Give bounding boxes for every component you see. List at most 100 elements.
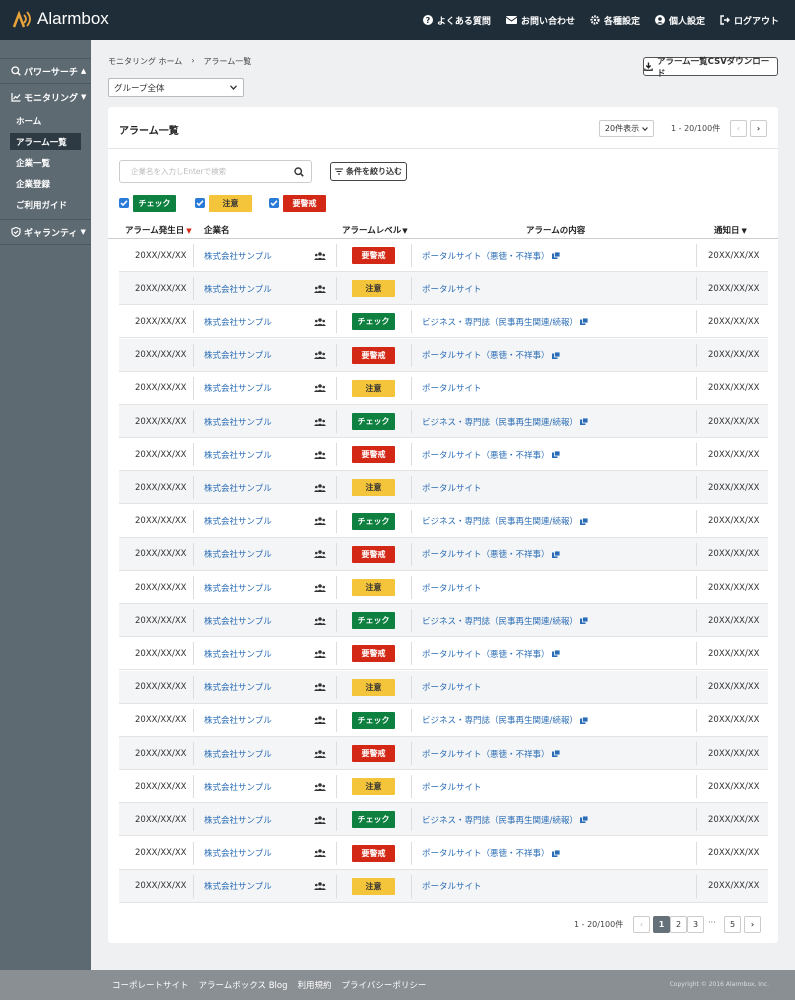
row-members-button[interactable] (314, 239, 326, 272)
footer-link-terms[interactable]: 利用規約 (298, 979, 332, 991)
row-members-button[interactable] (314, 803, 326, 836)
topnav-contact[interactable]: お問い合わせ (505, 14, 575, 27)
row-alarm-content-link[interactable]: ポータルサイト（悪徳・不祥事） (422, 637, 560, 670)
csv-download-button[interactable]: アラーム一覧CSVダウンロード (643, 57, 778, 79)
page-5-button[interactable]: 5 (724, 916, 741, 933)
row-alarm-content-link[interactable]: ビジネス・専門誌（民事再生関連/続報） (422, 505, 588, 538)
filter-warn-checkbox[interactable] (195, 198, 205, 208)
row-members-button[interactable] (314, 538, 326, 571)
row-company-link[interactable]: 株式会社サンプル (204, 803, 272, 836)
row-alarm-content-link[interactable]: ビジネス・専門誌（民事再生関連/続報） (422, 405, 588, 438)
row-company-link[interactable]: 株式会社サンプル (204, 372, 272, 405)
brand-logo[interactable]: Alarmbox (11, 9, 109, 29)
topnav-profile[interactable]: 個人設定 (654, 14, 705, 27)
row-alarm-content-link[interactable]: ポータルサイト（悪徳・不祥事） (422, 737, 560, 770)
row-members-button[interactable] (314, 770, 326, 803)
row-members-button[interactable] (314, 837, 326, 870)
row-alarm-content-link[interactable]: ポータルサイト (422, 770, 482, 803)
row-alarm-content-link[interactable]: ビジネス・専門誌（民事再生関連/続報） (422, 604, 588, 637)
page-2-button[interactable]: 2 (670, 916, 687, 933)
row-members-button[interactable] (314, 637, 326, 670)
sidebar-item-company-register[interactable]: 企業登録 (0, 173, 91, 194)
row-company-link[interactable]: 株式会社サンプル (204, 405, 272, 438)
footer-link-privacy[interactable]: プライバシーポリシー (342, 979, 427, 991)
group-select[interactable]: グループ全体 (108, 78, 244, 97)
company-search-input[interactable]: 企業名を入力しEnterで検索 (119, 160, 312, 183)
filter-alert-checkbox[interactable] (269, 198, 279, 208)
row-company-link[interactable]: 株式会社サンプル (204, 671, 272, 704)
filter-check-checkbox[interactable] (119, 198, 129, 208)
row-members-button[interactable] (314, 505, 326, 538)
row-company-link[interactable]: 株式会社サンプル (204, 637, 272, 670)
row-members-button[interactable] (314, 704, 326, 737)
row-members-button[interactable] (314, 305, 326, 338)
row-company-link[interactable]: 株式会社サンプル (204, 339, 272, 372)
th-date[interactable]: アラーム発生日 ▼ (125, 224, 192, 236)
footer-link-blog[interactable]: アラームボックス Blog (199, 979, 288, 991)
row-members-button[interactable] (314, 604, 326, 637)
th-notify[interactable]: 通知日 ▼ (714, 224, 747, 236)
sidebar-section-monitoring[interactable]: モニタリング ▼ (0, 84, 91, 110)
topnav-settings[interactable]: 各種設定 (590, 14, 640, 27)
row-members-button[interactable] (314, 870, 326, 903)
external-link-icon (579, 517, 588, 525)
sidebar-section-guarantee[interactable]: ギャランティ ▼ (0, 219, 91, 245)
topnav-faq[interactable]: ? よくある質問 (422, 14, 491, 27)
row-company-link[interactable]: 株式会社サンプル (204, 737, 272, 770)
row-alarm-content-link[interactable]: ビジネス・専門誌（民事再生関連/続報） (422, 704, 588, 737)
sidebar-section-power-search[interactable]: パワーサーチ ▲ (0, 58, 91, 84)
row-company-link[interactable]: 株式会社サンプル (204, 505, 272, 538)
row-company-link[interactable]: 株式会社サンプル (204, 239, 272, 272)
row-company-link[interactable]: 株式会社サンプル (204, 704, 272, 737)
row-company-link[interactable]: 株式会社サンプル (204, 770, 272, 803)
row-alarm-content-link[interactable]: ポータルサイト（悪徳・不祥事） (422, 339, 560, 372)
breadcrumb-home[interactable]: モニタリング ホーム (108, 56, 182, 67)
sidebar-item-home[interactable]: ホーム (0, 110, 91, 131)
sidebar-item-guide[interactable]: ご利用ガイド (0, 194, 91, 215)
footer-link-corporate[interactable]: コーポレートサイト (112, 979, 189, 991)
sidebar-item-alarm-list[interactable]: アラーム一覧 (10, 133, 81, 150)
row-alarm-content-link[interactable]: ポータルサイト（悪徳・不祥事） (422, 538, 560, 571)
row-members-button[interactable] (314, 339, 326, 372)
row-company-link[interactable]: 株式会社サンプル (204, 272, 272, 305)
row-alarm-content-link[interactable]: ポータルサイト（悪徳・不祥事） (422, 239, 560, 272)
row-company-link[interactable]: 株式会社サンプル (204, 438, 272, 471)
row-alarm-content-link[interactable]: ポータルサイト（悪徳・不祥事） (422, 837, 560, 870)
row-alarm-content-link[interactable]: ポータルサイト (422, 372, 482, 405)
row-alarm-content-link[interactable]: ポータルサイト (422, 272, 482, 305)
next-page-button[interactable]: › (744, 916, 761, 933)
row-members-button[interactable] (314, 571, 326, 604)
filter-conditions-button[interactable]: 条件を絞り込む (330, 162, 407, 181)
row-members-button[interactable] (314, 671, 326, 704)
row-alarm-content-link[interactable]: ポータルサイト（悪徳・不祥事） (422, 438, 560, 471)
row-alarm-content-link[interactable]: ポータルサイト (422, 571, 482, 604)
users-icon (314, 484, 326, 492)
row-alarm-content-link[interactable]: ポータルサイト (422, 671, 482, 704)
th-level[interactable]: アラームレベル▼ (342, 224, 408, 236)
row-members-button[interactable] (314, 438, 326, 471)
prev-page-button-top[interactable]: ‹ (730, 120, 747, 137)
next-page-button-top[interactable]: › (750, 120, 767, 137)
row-company-link[interactable]: 株式会社サンプル (204, 471, 272, 504)
page-3-button[interactable]: 3 (687, 916, 704, 933)
row-members-button[interactable] (314, 272, 326, 305)
row-company-link[interactable]: 株式会社サンプル (204, 571, 272, 604)
row-members-button[interactable] (314, 405, 326, 438)
row-alarm-content-link[interactable]: ビジネス・専門誌（民事再生関連/続報） (422, 803, 588, 836)
row-members-button[interactable] (314, 471, 326, 504)
sidebar-item-company-list[interactable]: 企業一覧 (0, 152, 91, 173)
row-company-link[interactable]: 株式会社サンプル (204, 604, 272, 637)
row-company-link[interactable]: 株式会社サンプル (204, 538, 272, 571)
row-company-link[interactable]: 株式会社サンプル (204, 837, 272, 870)
row-alarm-content-link[interactable]: ポータルサイト (422, 471, 482, 504)
row-members-button[interactable] (314, 372, 326, 405)
row-members-button[interactable] (314, 737, 326, 770)
row-alarm-content-link[interactable]: ポータルサイト (422, 870, 482, 903)
row-company-link[interactable]: 株式会社サンプル (204, 870, 272, 903)
row-alarm-content-link[interactable]: ビジネス・専門誌（民事再生関連/続報） (422, 305, 588, 338)
topnav-logout[interactable]: ログアウト (720, 14, 779, 27)
per-page-select[interactable]: 20件表示 (599, 120, 654, 137)
row-company-link[interactable]: 株式会社サンプル (204, 305, 272, 338)
prev-page-button[interactable]: ‹ (633, 916, 650, 933)
page-1-button[interactable]: 1 (653, 916, 670, 933)
